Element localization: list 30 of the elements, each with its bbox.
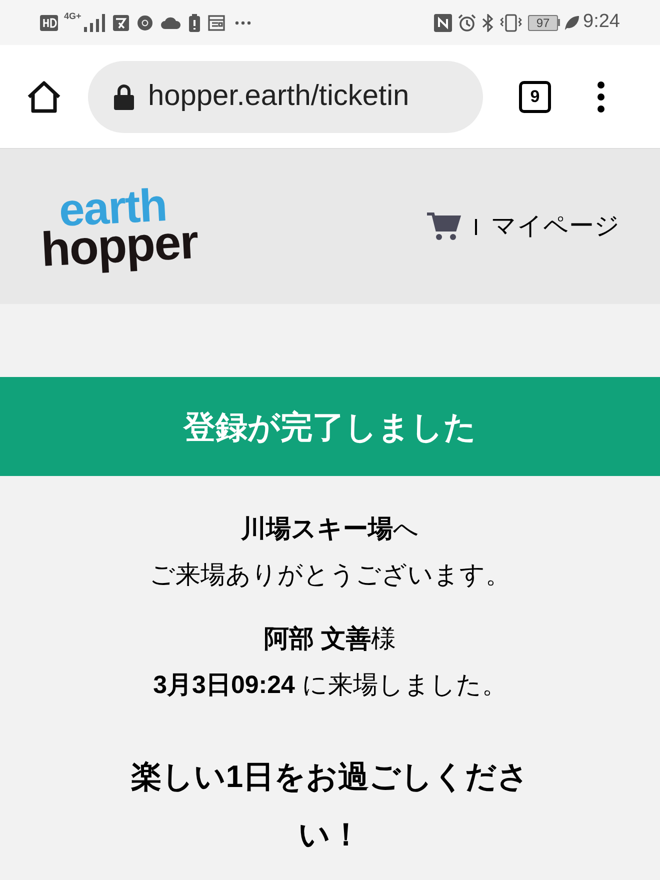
signal-icon	[83, 12, 106, 32]
clock-time: 9:24	[583, 10, 620, 34]
nfc-icon	[434, 14, 452, 32]
tab-count-button[interactable]: 9	[519, 80, 551, 112]
leaf-icon	[564, 14, 580, 30]
visit-time-message: 3月3日09:24 に来場しました。	[153, 670, 507, 701]
more-icon	[235, 20, 252, 24]
lock-icon	[114, 84, 134, 110]
venue-message: 川場スキー場へ	[241, 514, 419, 545]
site-logo[interactable]: earth hopper	[38, 182, 199, 271]
alert-icon	[189, 14, 200, 32]
app-icon	[113, 14, 130, 30]
bluetooth-icon	[482, 14, 494, 32]
network-type: 4G+	[64, 10, 82, 23]
cloud-icon	[161, 16, 182, 28]
calendar-icon	[208, 14, 226, 30]
completion-banner: 登録が完了しました	[0, 377, 660, 476]
closing-message: 楽しい1日をお過ごしください！	[130, 758, 530, 854]
battery-icon: 97	[528, 14, 560, 30]
alarm-icon	[458, 14, 476, 32]
cart-icon[interactable]	[427, 212, 461, 242]
browser-icon	[137, 14, 154, 30]
hd-icon	[40, 14, 58, 30]
menu-icon[interactable]	[597, 80, 605, 112]
thanks-message: ご来場ありがとうございます。	[150, 560, 510, 591]
my-page-link[interactable]: マイページ	[491, 208, 620, 246]
home-icon[interactable]	[26, 80, 62, 114]
vibrate-icon	[500, 14, 522, 32]
address-bar[interactable]: hopper.earth/ticketin	[88, 60, 483, 132]
visitor-name: 阿部 文善様	[264, 624, 396, 655]
